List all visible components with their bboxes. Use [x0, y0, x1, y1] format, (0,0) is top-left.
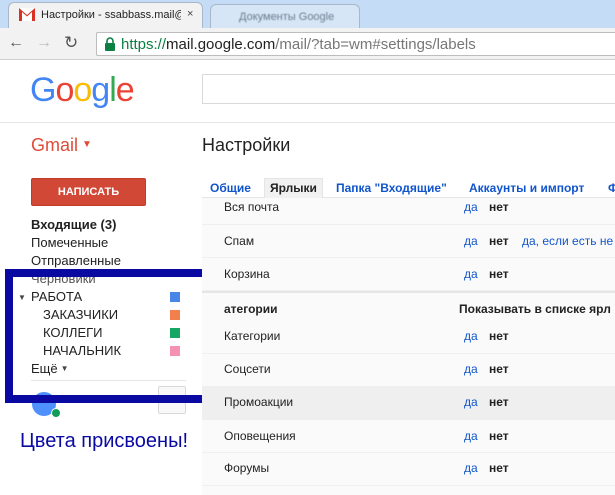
row-label: Промоакции [224, 395, 294, 409]
header-divider [0, 122, 615, 123]
reload-icon[interactable]: ↻ [64, 33, 78, 53]
tab-close-icon[interactable]: × [187, 8, 193, 20]
row-label: Форумы [224, 461, 270, 475]
browser-tab-title: Настройки - ssabbass.mail@ [41, 9, 181, 21]
logo-letter: g [91, 71, 110, 109]
sidebar-item-sent[interactable]: Отправленные [31, 253, 121, 268]
row-label: Оповещения [224, 429, 296, 443]
logo-letter: e [115, 71, 135, 109]
categories-section-header: атегории Показывать в списке ярл [202, 291, 615, 321]
show-yes-link[interactable]: да [464, 200, 478, 214]
forward-arrow-icon[interactable]: → [36, 34, 52, 52]
section-title: атегории [224, 302, 278, 316]
url-path: /mail/?tab=wm#settings/labels [275, 36, 476, 53]
show-no-option: нет [489, 329, 509, 343]
show-yes-link[interactable]: да [464, 429, 478, 443]
presence-dot-icon [51, 408, 61, 418]
tab-general[interactable]: Общие [210, 181, 251, 195]
google-logo[interactable]: Google [30, 71, 135, 110]
show-no-option: нет [489, 267, 509, 281]
tab-accounts[interactable]: Аккаунты и импорт [469, 181, 584, 195]
show-no-option: нет [489, 234, 509, 248]
settings-tabs: Общие Ярлыки Папка "Входящие" Аккаунты и… [202, 178, 615, 199]
show-yes-link[interactable]: да [464, 234, 478, 248]
settings-table: Вся почта да нет Спам да нет да, если ес… [202, 198, 615, 495]
table-row: Категории да нет [202, 321, 615, 354]
row-label: Вся почта [224, 200, 280, 214]
show-yes-link[interactable]: да [464, 362, 478, 376]
lock-icon [105, 37, 115, 51]
show-no-option: нет [489, 395, 509, 409]
browser-toolbar: ← → ↻ https://mail.google.com/mail/?tab=… [0, 28, 615, 60]
caret-down-icon: ▼ [82, 139, 92, 150]
annotation-highlight-box [5, 269, 217, 403]
tab-labels[interactable]: Ярлыки [264, 178, 323, 199]
row-label: Спам [224, 234, 255, 248]
gmail-menu-label: Gmail [31, 135, 79, 155]
table-row: Корзина да нет [202, 258, 615, 291]
sidebar-item-inbox[interactable]: Входящие (3) [31, 217, 116, 232]
address-bar[interactable]: https://mail.google.com/mail/?tab=wm#set… [96, 32, 615, 56]
back-arrow-icon[interactable]: ← [8, 34, 24, 52]
show-yes-link[interactable]: да [464, 461, 478, 475]
gmail-favicon-icon [19, 8, 35, 21]
row-label: Корзина [224, 267, 270, 281]
sidebar-item-starred[interactable]: Помеченные [31, 235, 108, 250]
table-row: Форумы да нет [202, 453, 615, 486]
page-title: Настройки [202, 135, 291, 155]
url-host: mail.google.com [166, 36, 276, 53]
row-label: Соцсети [224, 362, 271, 376]
browser-tab-inactive[interactable]: Документы Google [210, 4, 360, 28]
tab-inbox[interactable]: Папка "Входящие" [336, 181, 447, 195]
logo-letter: o [73, 71, 92, 109]
show-no-option: нет [489, 200, 509, 214]
show-yes-link[interactable]: да [464, 329, 478, 343]
url-scheme: https:// [121, 36, 167, 53]
annotation-caption: Цвета присвоены! [20, 430, 189, 452]
browser-tab-active[interactable]: Настройки - ssabbass.mail@ × [8, 2, 203, 28]
show-no-option: нет [489, 429, 509, 443]
table-row: Промоакции да нет [202, 387, 615, 420]
mail-search-input[interactable] [202, 74, 615, 104]
show-yes-link[interactable]: да [464, 395, 478, 409]
show-no-option: нет [489, 461, 509, 475]
logo-letter: G [30, 71, 56, 109]
browser-tabstrip: Настройки - ssabbass.mail@ × Документы G… [0, 0, 615, 28]
compose-button[interactable]: НАПИСАТЬ [31, 178, 146, 206]
table-row: Соцсети да нет [202, 354, 615, 387]
tab-filters[interactable]: Ф [608, 181, 615, 195]
show-if-unread-link[interactable]: да, если есть не [522, 234, 613, 248]
show-no-option: нет [489, 362, 509, 376]
row-label: Категории [224, 329, 281, 343]
section-column-header: Показывать в списке ярл [459, 302, 611, 316]
url-text: https://mail.google.com/mail/?tab=wm#set… [121, 36, 476, 53]
logo-letter: o [55, 71, 74, 109]
table-row: Оповещения да нет [202, 420, 615, 453]
show-yes-link[interactable]: да [464, 267, 478, 281]
table-row: Вся почта да нет [202, 198, 615, 225]
browser-tab-title-2: Документы Google [239, 11, 335, 23]
table-row: Спам да нет да, если есть не [202, 225, 615, 258]
gmail-menu-button[interactable]: Gmail ▼ [31, 135, 92, 156]
